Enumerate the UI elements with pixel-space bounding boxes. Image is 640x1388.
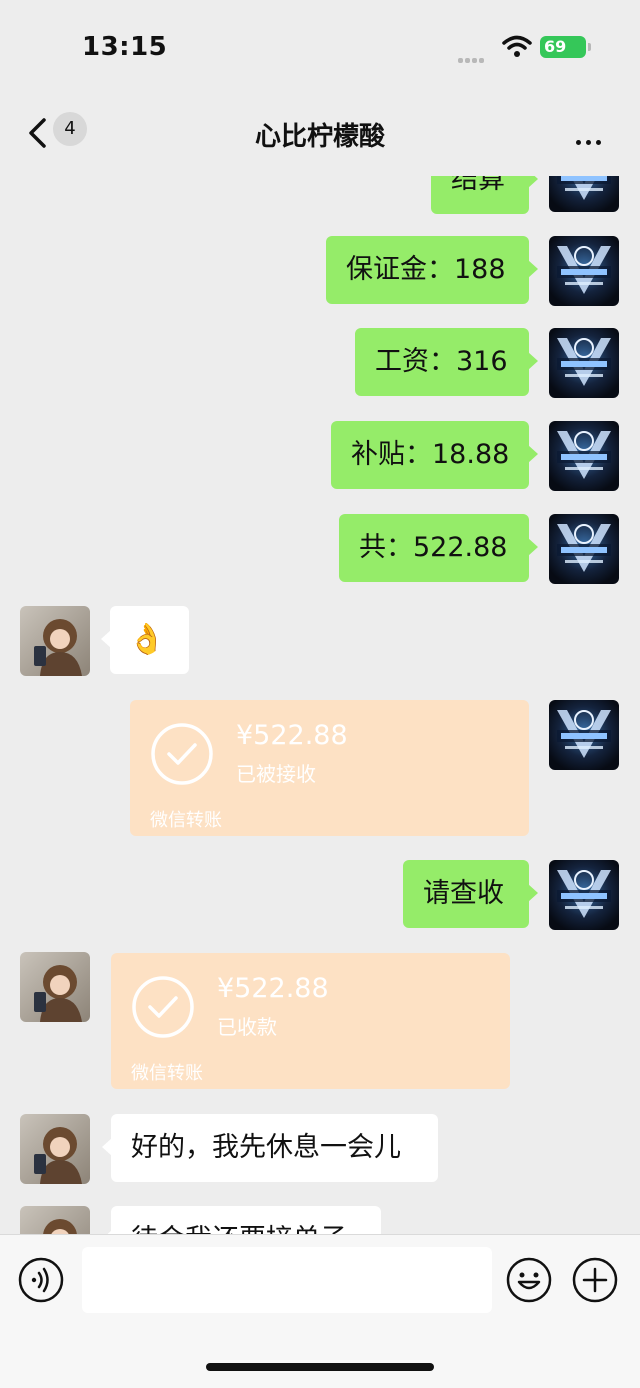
status-bar: 13:15 69	[0, 0, 640, 90]
home-indicator	[206, 1363, 434, 1371]
contact-avatar[interactable]	[20, 606, 90, 676]
chat-title: 心比柠檬酸	[254, 122, 385, 152]
transfer-amount: ¥522.88	[217, 973, 329, 1004]
battery-tip	[588, 43, 591, 51]
transfer-card-other[interactable]: ¥522.88 已收款 微信转账	[111, 953, 510, 1089]
battery-icon: 69	[540, 36, 586, 58]
contact-avatar[interactable]	[20, 1114, 90, 1184]
self-avatar[interactable]	[549, 236, 619, 306]
self-avatar[interactable]	[549, 176, 619, 212]
self-avatar[interactable]	[549, 860, 619, 930]
wifi-icon	[502, 35, 532, 57]
message-input[interactable]	[82, 1247, 492, 1313]
emoji-icon[interactable]	[506, 1257, 552, 1303]
message-bubble-self[interactable]: 补贴：18.88	[331, 421, 538, 489]
voice-icon[interactable]	[18, 1257, 64, 1303]
message-bubble-self[interactable]: 共：522.88	[339, 514, 538, 582]
transfer-amount: ¥522.88	[236, 720, 348, 751]
message-list[interactable]: 结算 保证金：188 工资：316 补贴：18.88 共：522.88 👌 ¥5…	[0, 176, 640, 1234]
transfer-status: 已收款	[217, 1015, 277, 1039]
transfer-label: 微信转账	[150, 810, 222, 831]
message-bubble-self[interactable]: 工资：316	[355, 328, 538, 396]
message-bubble-self[interactable]: 保证金：188	[326, 236, 538, 304]
message-bubble-self[interactable]: 请查收	[403, 860, 538, 928]
battery-level: 69	[544, 37, 567, 56]
self-avatar[interactable]	[549, 328, 619, 398]
check-icon	[151, 723, 213, 785]
input-bar	[0, 1234, 640, 1388]
contact-avatar[interactable]	[20, 952, 90, 1022]
transfer-label: 微信转账	[131, 1063, 203, 1084]
cellular-signal-icon	[458, 48, 486, 67]
transfer-status: 已被接收	[236, 762, 316, 786]
contact-avatar[interactable]	[20, 1206, 90, 1234]
more-icon[interactable]	[576, 130, 606, 149]
message-bubble-other[interactable]: 好的，我先休息一会儿	[102, 1114, 438, 1182]
status-time: 13:15	[82, 32, 168, 62]
chat-header: 4 心比柠檬酸	[0, 90, 640, 176]
transfer-card-self[interactable]: ¥522.88 已被接收 微信转账	[130, 700, 529, 836]
self-avatar[interactable]	[549, 514, 619, 584]
message-bubble-other[interactable]: 待会我还要接单子	[102, 1206, 381, 1234]
message-bubble-other[interactable]: 👌	[101, 606, 189, 674]
message-bubble-self[interactable]: 结算	[431, 176, 538, 214]
self-avatar[interactable]	[549, 700, 619, 770]
check-icon	[132, 976, 194, 1038]
plus-icon[interactable]	[572, 1257, 618, 1303]
self-avatar[interactable]	[549, 421, 619, 491]
